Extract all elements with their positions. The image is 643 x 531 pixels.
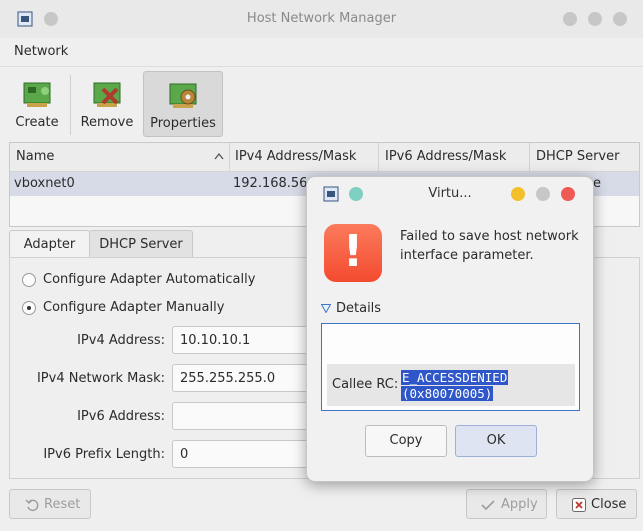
dialog-title: Virtu... — [428, 186, 472, 201]
column-separator — [529, 143, 530, 171]
properties-button[interactable]: Properties — [143, 71, 223, 137]
network-card-add-icon — [23, 82, 51, 107]
checkmark-icon — [481, 500, 495, 511]
toolbar-separator — [70, 75, 71, 135]
tab-adapter[interactable]: Adapter — [9, 230, 90, 259]
network-card-properties-icon — [169, 83, 197, 108]
callee-rc-code: E_ACCESSDENIED — [401, 370, 509, 385]
minimize-button[interactable] — [563, 12, 577, 26]
create-button[interactable]: Create — [8, 71, 66, 135]
callee-rc-row: Callee RC: E_ACCESSDENIED (0x80070005) — [327, 364, 575, 406]
sort-ascending-icon — [214, 152, 224, 160]
ipv4-mask-label: IPv4 Network Mask: — [36, 371, 165, 386]
callee-rc-label: Callee RC: — [332, 377, 399, 392]
error-message: Failed to save host network interface pa… — [400, 229, 579, 263]
title-bar: Host Network Manager — [0, 0, 643, 38]
error-dialog: Virtu... ! Failed to save host network i… — [306, 176, 594, 482]
column-separator — [378, 143, 379, 171]
column-header-ipv4[interactable]: IPv4 Address/Mask — [235, 149, 356, 164]
remove-button[interactable]: Remove — [77, 71, 137, 135]
reset-button[interactable]: Reset — [9, 489, 91, 519]
cell-dhcp: e — [593, 176, 601, 191]
column-header-name[interactable]: Name — [16, 149, 54, 164]
radio-auto-label: Configure Adapter Automatically — [43, 272, 256, 287]
toolbar: Create Remove Properties — [0, 66, 643, 141]
copy-button[interactable]: Copy — [365, 425, 447, 457]
tab-dhcp-server[interactable]: DHCP Server — [89, 230, 193, 259]
network-card-remove-icon — [93, 82, 121, 107]
radio-manual-label: Configure Adapter Manually — [43, 300, 225, 315]
ipv4-address-label: IPv4 Address: — [77, 333, 165, 348]
ipv6-prefix-label: IPv6 Prefix Length: — [43, 447, 165, 462]
column-header-ipv6[interactable]: IPv6 Address/Mask — [385, 149, 506, 164]
ipv6-address-label: IPv6 Address: — [77, 409, 165, 424]
callee-rc-hex: (0x80070005) — [401, 386, 494, 401]
radio-configure-manually[interactable] — [22, 301, 36, 315]
window-title: Host Network Manager — [246, 11, 397, 26]
dialog-maximize-button[interactable] — [536, 187, 550, 201]
column-separator — [229, 143, 230, 171]
maximize-button[interactable] — [588, 12, 602, 26]
close-icon — [572, 498, 586, 512]
menu-network[interactable]: Network — [14, 44, 68, 59]
close-window-button[interactable] — [613, 12, 627, 26]
warning-icon: ! — [324, 224, 382, 282]
cell-name: vboxnet0 — [14, 176, 75, 191]
apply-button[interactable]: Apply — [466, 489, 547, 519]
dialog-close-button[interactable] — [561, 187, 575, 201]
undo-icon — [25, 499, 39, 512]
ok-button[interactable]: OK — [455, 425, 537, 457]
close-button[interactable]: Close — [556, 489, 637, 519]
radio-configure-automatically[interactable] — [22, 273, 36, 287]
column-header-dhcp[interactable]: DHCP Server — [536, 149, 619, 164]
details-label: Details — [336, 301, 382, 316]
menu-bar: Network — [0, 38, 643, 66]
table-header: Name IPv4 Address/Mask IPv6 Address/Mask… — [10, 143, 639, 172]
dialog-minimize-button[interactable] — [511, 187, 525, 201]
details-box[interactable]: Callee RC: E_ACCESSDENIED (0x80070005) — [321, 323, 580, 411]
expand-triangle-icon — [321, 304, 331, 313]
dialog-title-bar: Virtu... — [307, 177, 593, 211]
